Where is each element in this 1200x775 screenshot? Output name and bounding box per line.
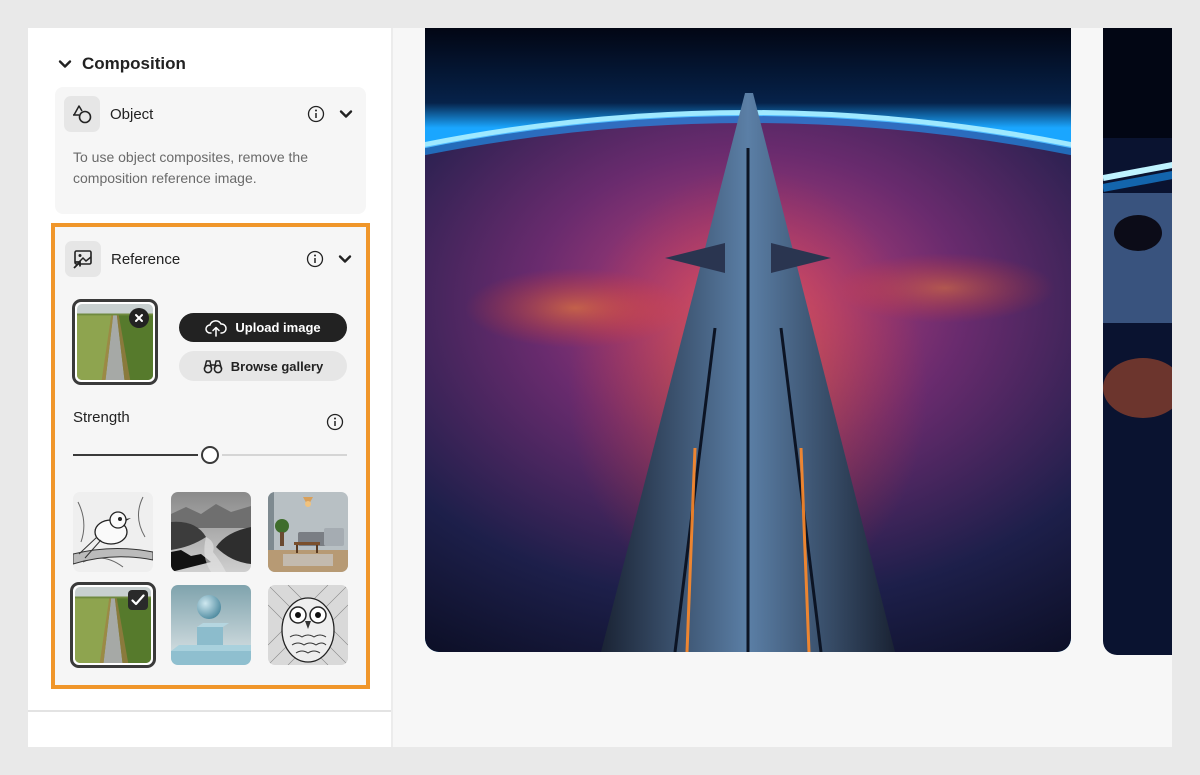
living-room-interior-image	[268, 492, 348, 572]
sidebar-divider	[28, 710, 391, 712]
misty-mountain-lake-image	[171, 492, 251, 572]
gallery-item-sphere-on-cube[interactable]	[171, 585, 251, 665]
remove-reference-button[interactable]	[129, 308, 149, 328]
upload-image-button[interactable]: Upload image	[179, 313, 347, 342]
slider-thumb[interactable]	[201, 446, 219, 464]
reference-card: Reference Upload image Browse gallery St…	[51, 223, 370, 689]
gallery-item-bird-sketch[interactable]	[73, 492, 153, 572]
strength-label: Strength	[73, 409, 130, 426]
binoculars-icon	[203, 360, 223, 374]
image-reference-icon	[65, 241, 101, 277]
gallery-item-owl-sketch[interactable]	[268, 585, 348, 665]
object-description: To use object composites, remove the com…	[73, 149, 309, 186]
selected-checkmark	[128, 590, 148, 610]
gallery-item-living-room-interior[interactable]	[268, 492, 348, 572]
reference-card-header[interactable]: Reference	[65, 241, 356, 277]
bird-sketch-image	[73, 492, 153, 572]
reference-title: Reference	[111, 250, 181, 268]
reference-image-thumbnail[interactable]	[72, 299, 158, 385]
result-image-planet-with-moon[interactable]	[1103, 28, 1172, 655]
info-icon[interactable]	[326, 413, 344, 431]
checkmark-icon	[131, 594, 145, 606]
spaceship-over-planet-image	[425, 28, 1071, 652]
info-icon[interactable]	[307, 105, 325, 123]
object-title: Object	[110, 105, 154, 123]
object-card-header[interactable]: Object	[64, 96, 357, 132]
slider-track-empty	[222, 454, 347, 456]
sphere-on-cube-image	[171, 585, 251, 665]
upload-image-label: Upload image	[235, 320, 321, 335]
gallery-item-misty-mountain-lake[interactable]	[171, 492, 251, 572]
chevron-down-icon[interactable]	[338, 252, 352, 266]
composition-title: Composition	[82, 54, 186, 73]
planet-with-moon-image	[1103, 28, 1172, 655]
gallery-item-road-through-fields[interactable]	[70, 582, 156, 668]
info-icon[interactable]	[306, 250, 324, 268]
chevron-down-icon[interactable]	[339, 107, 353, 121]
app-window: Composition Object To use object composi…	[28, 28, 1172, 747]
browse-gallery-label: Browse gallery	[230, 358, 324, 374]
object-card: Object To use object composites, remove …	[55, 87, 366, 214]
cloud-upload-icon	[205, 319, 228, 337]
slider-track-filled	[73, 454, 198, 456]
result-image-spaceship-over-planet[interactable]	[425, 28, 1071, 652]
shapes-icon	[64, 96, 100, 132]
chevron-down-icon	[58, 60, 72, 68]
owl-sketch-image	[268, 585, 348, 665]
browse-gallery-button[interactable]: Browse gallery	[179, 351, 347, 381]
strength-slider[interactable]	[73, 445, 347, 465]
settings-sidebar: Composition Object To use object composi…	[28, 28, 393, 747]
composition-section-toggle[interactable]: Composition	[58, 54, 186, 74]
close-icon	[135, 314, 143, 322]
results-canvas	[395, 28, 1172, 747]
